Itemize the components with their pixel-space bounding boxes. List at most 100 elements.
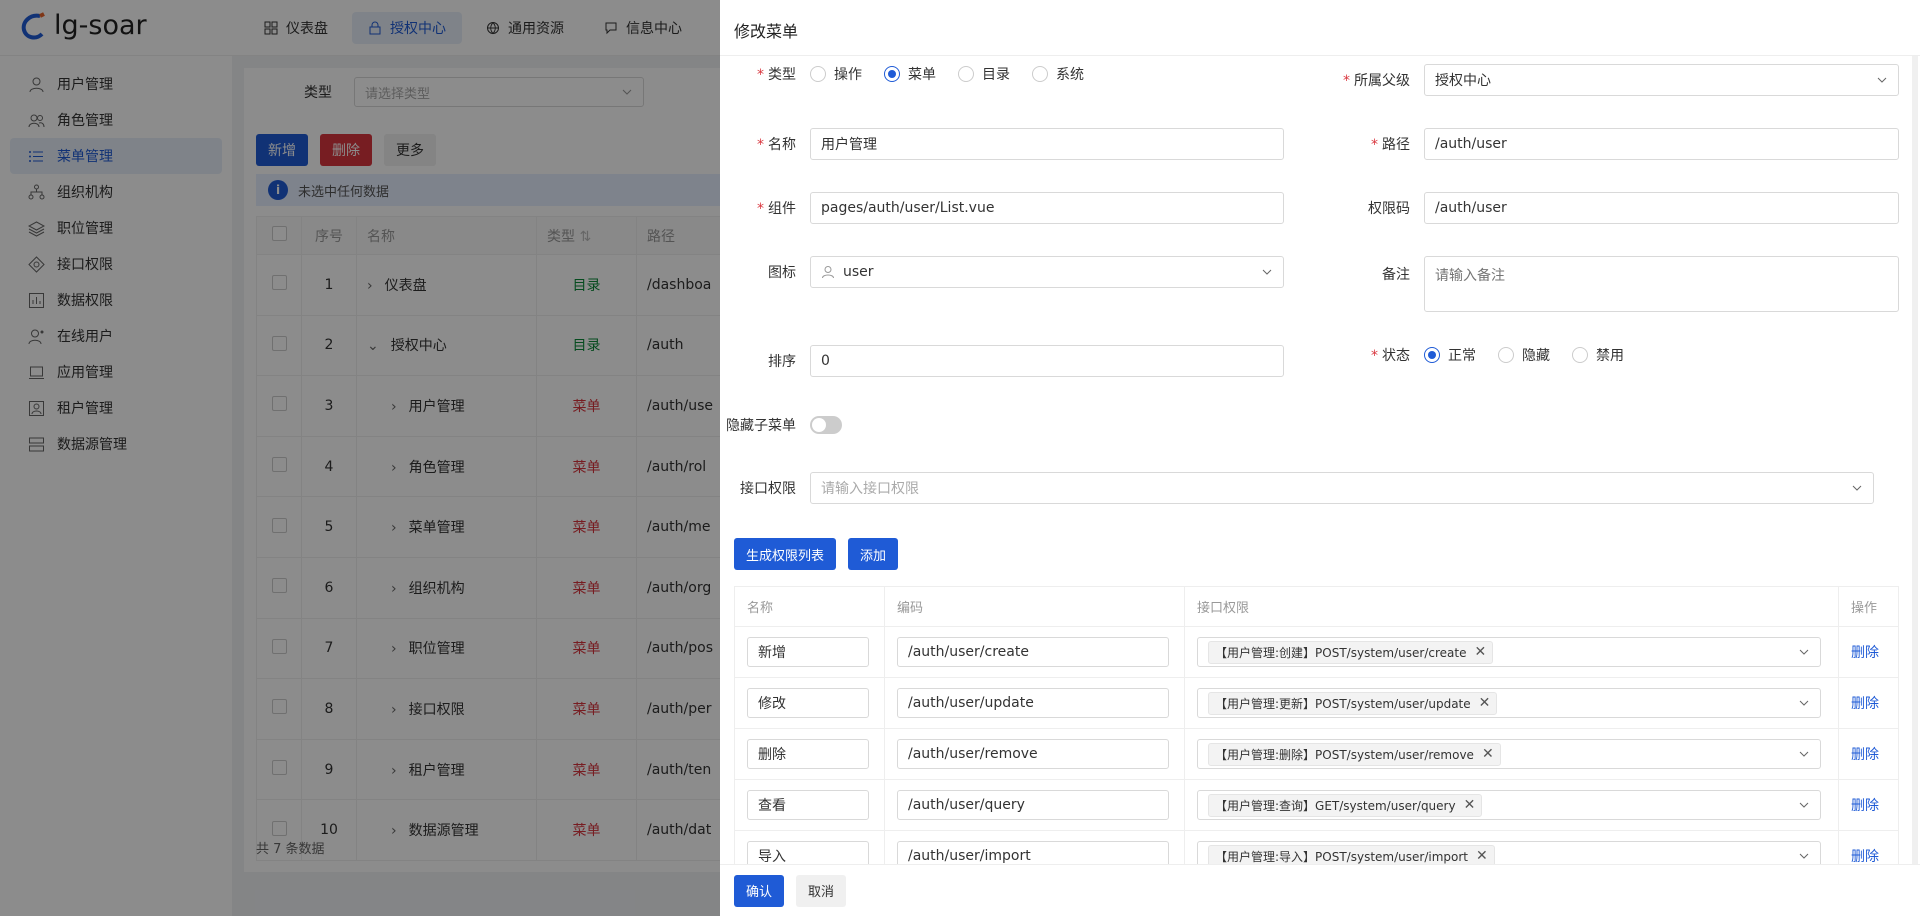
component-input[interactable]: pages/auth/user/List.vue bbox=[810, 192, 1284, 224]
radio-label: 操作 bbox=[834, 67, 862, 83]
perm-name-cell: 查看 bbox=[734, 779, 885, 831]
api-perm-field: 接口权限 请输入接口权限 bbox=[720, 472, 1874, 504]
perm-table: 名称 编码 接口权限 操作 新增/auth/user/create 【用户管理:创… bbox=[734, 586, 1899, 882]
type-label: 类型 bbox=[768, 67, 796, 83]
status-field: * 状态 正常 隐藏 禁用 bbox=[1314, 345, 1646, 365]
status-label-wrap: * 状态 bbox=[1314, 345, 1424, 365]
icon-select[interactable]: user bbox=[810, 256, 1284, 288]
path-input[interactable]: /auth/user bbox=[1424, 128, 1899, 160]
name-input[interactable]: 用户管理 bbox=[810, 128, 1284, 160]
drawer-scrollbar[interactable] bbox=[1912, 56, 1918, 864]
name-label-wrap: * 名称 bbox=[720, 134, 810, 154]
chevron-down-icon bbox=[1877, 77, 1887, 83]
radio-label: 系统 bbox=[1056, 67, 1084, 83]
perm-api-select[interactable]: 【用户管理:查询】GET/system/user/query ✕ bbox=[1197, 790, 1821, 820]
chevron-down-icon bbox=[1262, 269, 1272, 275]
radio-label: 禁用 bbox=[1596, 348, 1624, 364]
perm-code-cell: /auth/user/update bbox=[884, 677, 1185, 729]
radio-option[interactable]: 禁用 bbox=[1572, 345, 1624, 365]
required-mark: * bbox=[1343, 73, 1350, 89]
api-perm-label: 接口权限 bbox=[740, 481, 796, 497]
status-label: 状态 bbox=[1382, 348, 1410, 364]
delete-perm-link[interactable]: 删除 bbox=[1851, 849, 1879, 865]
perm-name-cell: 修改 bbox=[734, 677, 885, 729]
perm-name-cell: 新增 bbox=[734, 626, 885, 678]
perm-api-select[interactable]: 【用户管理:创建】POST/system/user/create ✕ bbox=[1197, 637, 1821, 667]
confirm-button[interactable]: 确认 bbox=[734, 874, 785, 907]
radio-label: 目录 bbox=[982, 67, 1010, 83]
delete-perm-link[interactable]: 删除 bbox=[1851, 696, 1879, 712]
hide-children-label: 隐藏子菜单 bbox=[726, 418, 796, 434]
perm-row: 删除/auth/user/remove 【用户管理:删除】POST/system/… bbox=[734, 728, 1899, 780]
perm-code-label: 权限码 bbox=[1368, 201, 1410, 217]
perm-code-input[interactable]: /auth/user/create bbox=[897, 637, 1169, 667]
path-field: * 路径 /auth/user bbox=[1314, 128, 1899, 160]
perm-table-body: 新增/auth/user/create 【用户管理:创建】POST/system/… bbox=[734, 626, 1899, 882]
delete-perm-link[interactable]: 删除 bbox=[1851, 798, 1879, 814]
delete-perm-link[interactable]: 删除 bbox=[1851, 645, 1879, 661]
perm-action-cell: 删除 bbox=[1838, 626, 1899, 678]
status-radio-group: 正常 隐藏 禁用 bbox=[1424, 345, 1646, 365]
required-mark: * bbox=[757, 201, 764, 217]
perm-row: 新增/auth/user/create 【用户管理:创建】POST/system/… bbox=[734, 626, 1899, 678]
parent-label-wrap: * 所属父级 bbox=[1314, 70, 1424, 90]
radio-circle[interactable] bbox=[1032, 66, 1048, 82]
radio-circle[interactable] bbox=[1424, 347, 1440, 363]
edit-menu-drawer: 修改菜单 * 类型 操作 菜单 目录 系统 * 所属父级 授权中心 * 名称 用户管理 * 路… bbox=[720, 0, 1920, 916]
radio-option[interactable]: 隐藏 bbox=[1498, 345, 1550, 365]
radio-option[interactable]: 菜单 bbox=[884, 64, 936, 84]
radio-circle[interactable] bbox=[1572, 347, 1588, 363]
drawer-footer: 确认 取消 bbox=[720, 864, 1920, 916]
close-icon[interactable]: ✕ bbox=[1479, 695, 1491, 711]
perm-api-select[interactable]: 【用户管理:删除】POST/system/user/remove ✕ bbox=[1197, 739, 1821, 769]
sort-input[interactable]: 0 bbox=[810, 345, 1284, 377]
perm-action-cell: 删除 bbox=[1838, 779, 1899, 831]
radio-circle[interactable] bbox=[1498, 347, 1514, 363]
perm-api-cell: 【用户管理:创建】POST/system/user/create ✕ bbox=[1184, 626, 1839, 678]
sort-field: 排序 0 bbox=[720, 345, 1284, 377]
api-tag-label: 【用户管理:导入】POST/system/user/import bbox=[1215, 849, 1468, 864]
radio-option[interactable]: 正常 bbox=[1424, 345, 1476, 365]
radio-circle[interactable] bbox=[884, 66, 900, 82]
parent-select[interactable]: 授权中心 bbox=[1424, 64, 1899, 96]
perm-code-input[interactable]: /auth/user/update bbox=[897, 688, 1169, 718]
required-mark: * bbox=[1371, 348, 1378, 364]
perm-api-select[interactable]: 【用户管理:更新】POST/system/user/update ✕ bbox=[1197, 688, 1821, 718]
remark-label: 备注 bbox=[1382, 267, 1410, 283]
generate-perm-list-button[interactable]: 生成权限列表 bbox=[734, 538, 837, 570]
type-label-wrap: * 类型 bbox=[720, 64, 810, 84]
perm-code-input[interactable]: /auth/user/remove bbox=[897, 739, 1169, 769]
close-icon[interactable]: ✕ bbox=[1482, 746, 1494, 762]
close-icon[interactable]: ✕ bbox=[1474, 644, 1486, 660]
perm-api-cell: 【用户管理:更新】POST/system/user/update ✕ bbox=[1184, 677, 1839, 729]
chevron-down-icon bbox=[1852, 485, 1862, 491]
api-tag-label: 【用户管理:创建】POST/system/user/create bbox=[1215, 645, 1467, 660]
perm-name-input[interactable]: 删除 bbox=[747, 739, 869, 769]
radio-circle[interactable] bbox=[810, 66, 826, 82]
close-icon[interactable]: ✕ bbox=[1464, 797, 1476, 813]
add-perm-button[interactable]: 添加 bbox=[848, 538, 899, 570]
cancel-button[interactable]: 取消 bbox=[796, 874, 847, 907]
icon-label: 图标 bbox=[768, 265, 796, 281]
radio-option[interactable]: 操作 bbox=[810, 64, 862, 84]
component-label-wrap: * 组件 bbox=[720, 198, 810, 218]
perm-name-input[interactable]: 查看 bbox=[747, 790, 869, 820]
radio-option[interactable]: 目录 bbox=[958, 64, 1010, 84]
close-icon[interactable]: ✕ bbox=[1476, 848, 1488, 864]
perm-name-input[interactable]: 新增 bbox=[747, 637, 869, 667]
chevron-down-icon bbox=[1799, 751, 1809, 757]
perm-code-input[interactable]: /auth/user bbox=[1424, 192, 1899, 224]
perm-name-input[interactable]: 修改 bbox=[747, 688, 869, 718]
radio-label: 菜单 bbox=[908, 67, 936, 83]
hide-children-field: 隐藏子菜单 bbox=[720, 409, 842, 441]
path-label: 路径 bbox=[1382, 137, 1410, 153]
perm-actions: 生成权限列表 添加 bbox=[734, 538, 899, 570]
api-tag-label: 【用户管理:查询】GET/system/user/query bbox=[1215, 798, 1456, 813]
delete-perm-link[interactable]: 删除 bbox=[1851, 747, 1879, 763]
remark-textarea[interactable] bbox=[1424, 256, 1899, 312]
radio-option[interactable]: 系统 bbox=[1032, 64, 1084, 84]
radio-circle[interactable] bbox=[958, 66, 974, 82]
hide-children-toggle[interactable] bbox=[810, 416, 842, 434]
perm-code-input[interactable]: /auth/user/query bbox=[897, 790, 1169, 820]
api-perm-select[interactable]: 请输入接口权限 bbox=[810, 472, 1874, 504]
